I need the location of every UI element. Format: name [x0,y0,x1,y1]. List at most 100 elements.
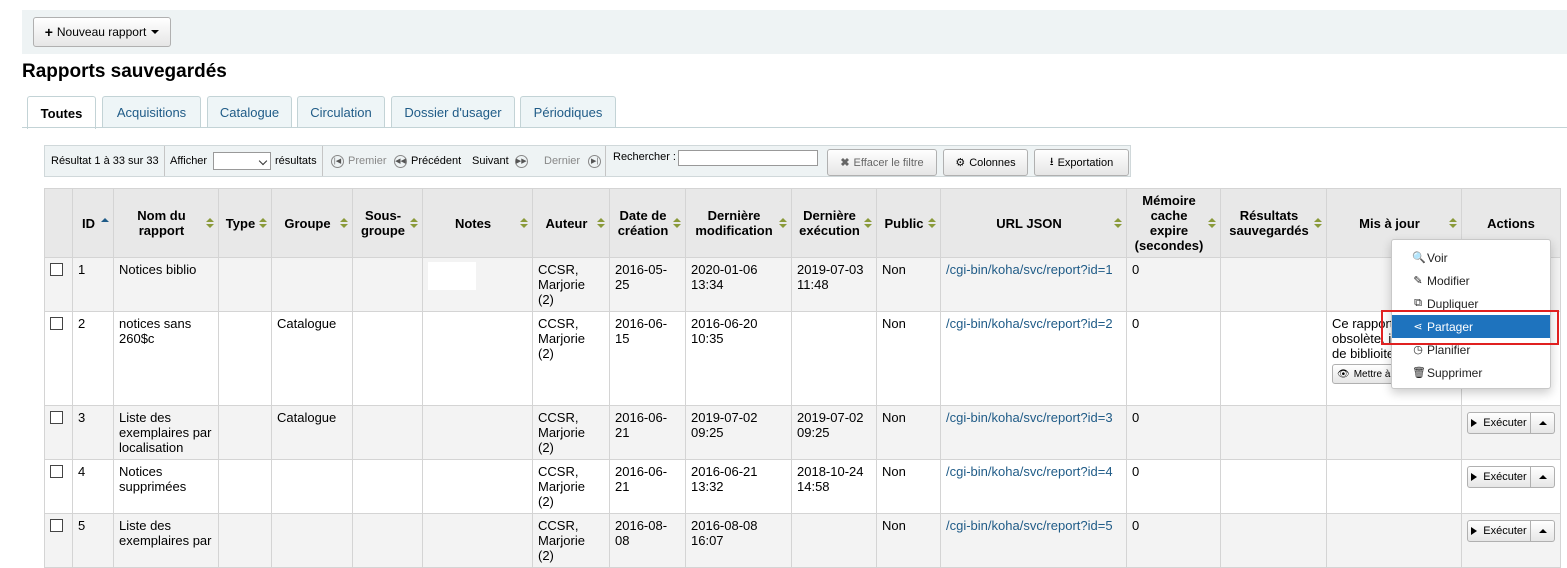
report-json-url[interactable]: /cgi-bin/koha/svc/report?id=5 [940,513,1127,568]
divider [322,146,323,176]
column-header[interactable]: Mémoire cache expire (secondes) [1126,188,1221,258]
tab-all[interactable]: Toutes [27,96,96,129]
column-header[interactable]: Sous-groupe [352,188,423,258]
previous-page-link[interactable]: ◀◀ Précédent [394,146,461,176]
row-checkbox[interactable] [50,411,63,424]
report-cache-expiry: 0 [1126,459,1221,514]
row-checkbox[interactable] [50,263,63,276]
row-checkbox[interactable] [50,465,63,478]
sort-ascending-icon [101,218,109,222]
execute-button[interactable]: Exécuter [1467,520,1531,542]
column-header[interactable]: Nom du rapport [113,188,219,258]
column-header[interactable]: Date de création [609,188,686,258]
report-group [271,459,353,514]
column-header[interactable]: Groupe [271,188,353,258]
menu-item-delete[interactable]: 🗑 Supprimer [1392,361,1550,384]
sort-icon [340,218,348,228]
report-subgroup [352,459,423,514]
export-button[interactable]: ⭳ Exportation [1034,149,1129,176]
tabs-divider [22,127,1567,128]
column-header[interactable]: ID [72,188,114,258]
pencil-icon: ✎ [1413,275,1423,287]
gear-icon: ⚙ [955,157,966,169]
report-type [218,311,272,406]
report-notes [422,513,533,568]
last-page-link[interactable]: Dernier ▶| [544,146,605,176]
actions-dropdown-toggle[interactable] [1531,412,1555,434]
menu-item-view[interactable]: 🔍 Voir [1392,246,1550,269]
row-checkbox[interactable] [50,317,63,330]
report-group: Catalogue [271,405,353,460]
report-actions: Exécuter [1461,405,1561,460]
execute-button[interactable]: Exécuter [1467,466,1531,488]
first-page-icon: |◀ [331,154,344,168]
actions-dropdown-toggle[interactable] [1531,520,1555,542]
report-created: 2016-06-21 [609,459,686,514]
report-id: 4 [72,459,114,514]
report-update [1326,459,1462,514]
page-length-label: Afficher [170,155,208,167]
close-icon: ✖ [840,157,850,169]
report-type [218,459,272,514]
tab-patrons[interactable]: Dossier d'usager [391,96,515,128]
report-public: Non [876,405,941,460]
sort-icon [1208,218,1216,228]
next-page-link[interactable]: Suivant ▶▶ [472,146,532,176]
report-json-url[interactable]: /cgi-bin/koha/svc/report?id=2 [940,311,1127,406]
tab-catalogue[interactable]: Catalogue [207,96,292,128]
sort-icon [597,218,605,228]
divider [164,146,165,176]
column-header[interactable]: Public [876,188,941,258]
report-created: 2016-05-25 [609,257,686,312]
column-header[interactable]: Notes [422,188,533,258]
report-public: Non [876,459,941,514]
search-input[interactable] [678,150,818,166]
tab-serials[interactable]: Périodiques [520,96,616,128]
page-length-select[interactable] [213,152,271,170]
report-actions: Exécuter [1461,459,1561,514]
report-notes [422,405,533,460]
report-cache-expiry: 0 [1126,405,1221,460]
next-page-icon: ▶▶ [514,154,528,168]
column-header[interactable]: Dernière exécution [791,188,877,258]
report-saved-results [1220,405,1327,460]
report-id: 5 [72,513,114,568]
column-header[interactable]: Dernière modification [685,188,792,258]
report-author: CCSR, Marjorie (2) [532,405,610,460]
execute-button[interactable]: Exécuter [1467,412,1531,434]
report-subgroup [352,257,423,312]
menu-item-label: Supprimer [1427,365,1483,380]
new-report-button[interactable]: + Nouveau rapport [33,17,171,47]
results-label: résultats [275,155,317,167]
report-last-run [791,311,877,406]
previous-page-icon: ◀◀ [394,154,407,168]
sort-icon [1314,218,1322,228]
tab-acquisitions[interactable]: Acquisitions [102,96,201,128]
report-type [218,405,272,460]
report-modified: 2016-06-20 10:35 [685,311,792,406]
report-id: 1 [72,257,114,312]
columns-button[interactable]: ⚙ Colonnes [943,149,1028,176]
row-checkbox[interactable] [50,519,63,532]
sort-icon [410,218,418,228]
actions-dropdown-toggle[interactable] [1531,466,1555,488]
column-header[interactable]: Type [218,188,272,258]
report-json-url[interactable]: /cgi-bin/koha/svc/report?id=3 [940,405,1127,460]
report-author: CCSR, Marjorie (2) [532,513,610,568]
menu-item-edit[interactable]: ✎ Modifier [1392,269,1550,292]
execute-button-group: Exécuter [1467,466,1555,488]
first-page-link[interactable]: |◀ Premier [331,146,387,176]
plus-icon: + [44,24,53,40]
tab-circulation[interactable]: Circulation [297,96,385,128]
report-json-url[interactable]: /cgi-bin/koha/svc/report?id=1 [940,257,1127,312]
column-header[interactable]: Résultats sauvegardés [1220,188,1327,258]
clear-filter-button[interactable]: ✖ Effacer le filtre [827,149,937,176]
column-header[interactable]: URL JSON [940,188,1127,258]
column-header[interactable]: Auteur [532,188,610,258]
download-icon: ⭳ [1049,156,1054,168]
play-icon [1471,473,1478,481]
table-row: 3 Liste des exemplaires par localisation… [44,405,1561,460]
sort-icon [864,218,872,228]
report-json-url[interactable]: /cgi-bin/koha/svc/report?id=4 [940,459,1127,514]
columns-label: Colonnes [969,156,1016,169]
